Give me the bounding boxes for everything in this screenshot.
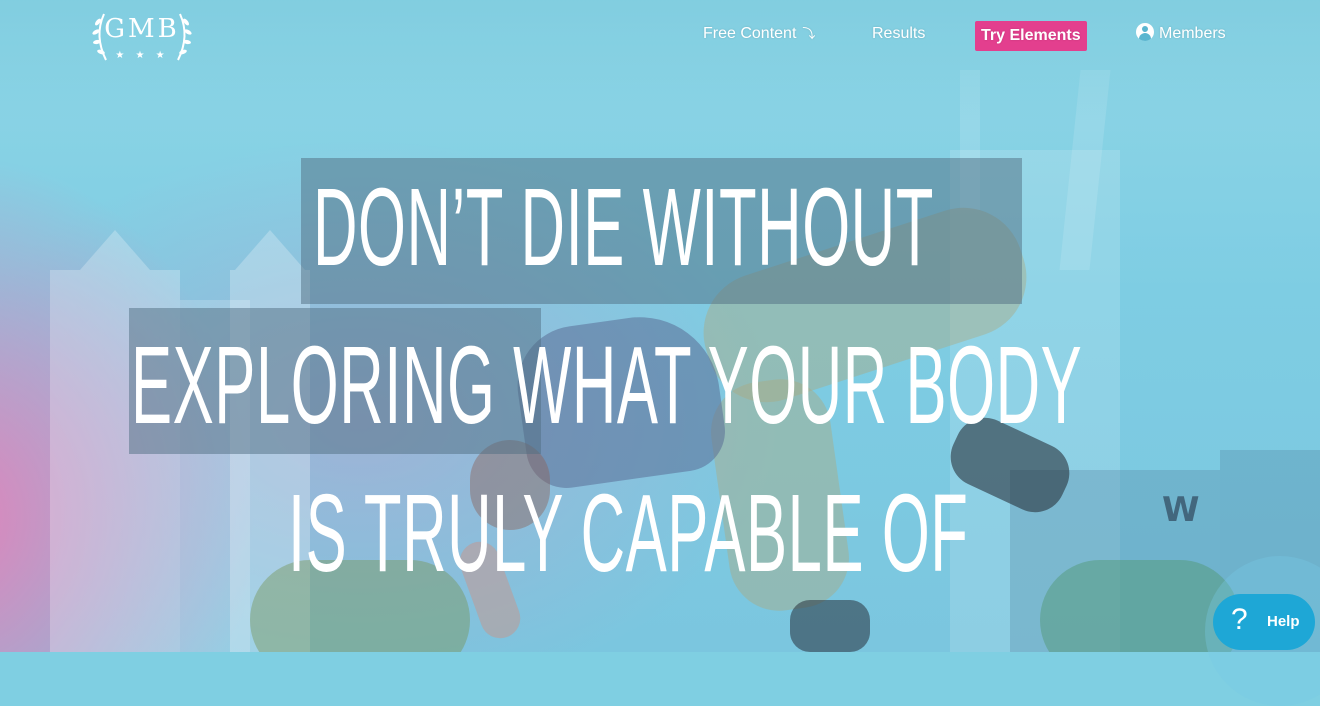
question-icon: ? (1231, 603, 1248, 636)
person-shoe (790, 600, 870, 652)
gmb-logo[interactable]: GMB ★ ★ ★ (92, 8, 192, 66)
nav-members-label: Members (1159, 25, 1226, 42)
headline-line-1: DON’T DIE WITHOUT (313, 166, 934, 289)
user-icon (1136, 23, 1154, 41)
top-gradient (0, 0, 1320, 120)
headline-line-2: EXPLORING WHAT YOUR BODY (131, 324, 1083, 447)
nav-results[interactable]: Results (872, 22, 925, 46)
headline-line-3: IS TRULY CAPABLE OF (288, 472, 969, 595)
nav-free-content-label: Free Content (703, 25, 797, 42)
nav-members[interactable]: Members (1136, 22, 1226, 46)
try-elements-button[interactable]: Try Elements (975, 21, 1087, 51)
help-button[interactable]: ? Help (1213, 594, 1315, 650)
logo-text: GMB (104, 14, 180, 44)
help-label: Help (1267, 613, 1300, 630)
nav-free-content[interactable]: Free Content ⤵ (703, 22, 815, 46)
background-sign: W (1162, 490, 1200, 530)
dropdown-arrow-icon: ⤵ (802, 26, 816, 41)
logo-stars: ★ ★ ★ (115, 50, 169, 61)
